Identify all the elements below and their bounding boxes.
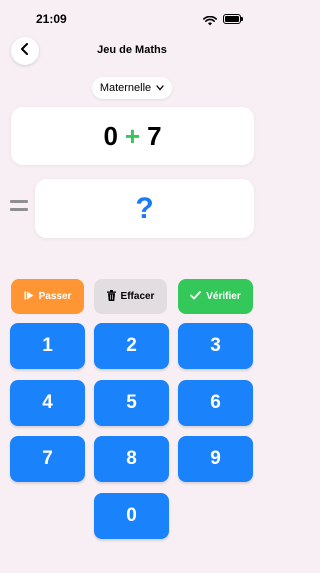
skip-forward-icon (24, 291, 34, 303)
checkmark-icon (190, 290, 202, 303)
check-label: Vérifier (206, 291, 241, 302)
status-time: 21:09 (36, 12, 67, 26)
skip-label: Passer (38, 291, 72, 302)
answer-value: ? (135, 191, 154, 225)
answer-display: ? (35, 179, 254, 238)
battery-icon (223, 14, 243, 24)
status-bar: 21:09 (0, 0, 264, 36)
skip-button[interactable]: Passer (11, 279, 84, 314)
operand-right: 7 (147, 120, 162, 151)
page-title: Jeu de Maths (97, 44, 167, 56)
key-9[interactable]: 9 (178, 436, 253, 482)
key-0[interactable]: 0 (94, 493, 169, 539)
level-label: Maternelle (99, 82, 152, 94)
wifi-icon (203, 13, 217, 31)
key-7[interactable]: 7 (10, 436, 85, 482)
key-2[interactable]: 2 (94, 323, 169, 369)
trash-icon (106, 289, 116, 304)
key-6[interactable]: 6 (178, 380, 253, 426)
key-1[interactable]: 1 (10, 323, 85, 369)
operator: + (124, 120, 141, 151)
key-4[interactable]: 4 (10, 380, 85, 426)
problem-card: 0 + 7 (11, 107, 254, 165)
key-3[interactable]: 3 (178, 323, 253, 369)
clear-label: Effacer (120, 291, 155, 302)
level-selector[interactable]: Maternelle (92, 77, 172, 99)
check-button[interactable]: Vérifier (178, 279, 253, 314)
equals-icon (10, 200, 28, 216)
key-5[interactable]: 5 (94, 380, 169, 426)
key-8[interactable]: 8 (94, 436, 169, 482)
clear-button[interactable]: Effacer (94, 279, 167, 314)
operand-left: 0 (103, 120, 118, 151)
chevron-down-icon (156, 82, 164, 94)
